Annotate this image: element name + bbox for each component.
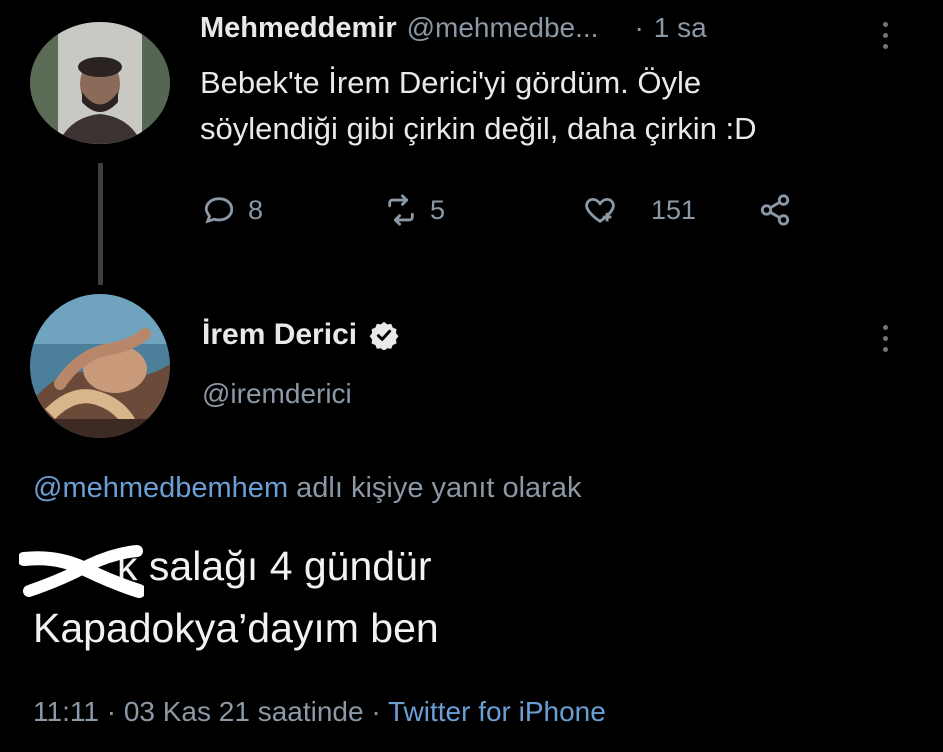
tweet2-date[interactable]: 03 Kas 21 saatinde xyxy=(124,696,364,727)
tweet2-handle[interactable]: @iremderici xyxy=(202,378,352,410)
like-button[interactable]: 151 xyxy=(583,193,696,227)
separator-dot: · xyxy=(106,696,124,727)
white-scribble-redaction xyxy=(19,545,144,598)
tweet1-display-name[interactable]: Mehmeddemir xyxy=(200,12,397,45)
tweet2-time[interactable]: 11:11 xyxy=(33,696,99,727)
reply-to-suffix: adlı kişiye yanıt olarak xyxy=(296,472,582,504)
thread-connector-line xyxy=(98,163,103,285)
tweet1-text: Bebek'te İrem Derici'yi gördüm. Öyle söy… xyxy=(200,60,920,152)
like-count: 151 xyxy=(651,194,697,225)
retweet-button[interactable]: 5 xyxy=(384,193,445,227)
tweet2-text: k salağı 4 gündür Kapadokya’dayım ben xyxy=(19,535,913,659)
reply-count: 8 xyxy=(248,194,264,225)
tweet2-footer: 11:11 · 03 Kas 21 saatinde · Twitter for… xyxy=(33,696,606,728)
tweet2-source-link[interactable]: Twitter for iPhone xyxy=(388,696,606,727)
tweet2-display-name[interactable]: İrem Derici xyxy=(202,318,357,352)
reply-to-handle-link[interactable]: @mehmedbemhem xyxy=(33,472,288,504)
tweet2-more-icon[interactable] xyxy=(880,325,890,352)
separator-dot: · xyxy=(634,12,644,43)
retweet-count: 5 xyxy=(430,194,446,225)
reply-icon xyxy=(204,197,234,224)
tweet1-more-icon[interactable] xyxy=(880,22,890,49)
reply-button[interactable]: 8 xyxy=(202,193,263,227)
tweet2-text-line1: k salağı 4 gündür xyxy=(19,535,913,598)
avatar-iremderici[interactable] xyxy=(30,294,170,438)
avatar-mehmeddemir[interactable] xyxy=(30,22,170,144)
tweet1-time[interactable]: 1 sa xyxy=(654,12,707,44)
separator-dot: · xyxy=(371,696,388,727)
tweet1-handle[interactable]: @mehmedbe... xyxy=(407,12,599,44)
share-icon xyxy=(760,194,790,226)
tweet1-header: Mehmeddemir @mehmedbe... · 1 sa xyxy=(200,12,707,45)
heart-icon xyxy=(585,197,615,224)
tweet1-text-line2: söylendiği gibi çirkin değil, daha çirki… xyxy=(200,111,757,146)
tweet2-text-line2: Kapadokya’dayım ben xyxy=(33,605,439,651)
reply-context: @mehmedbemhem adlı kişiye yanıt olarak xyxy=(33,472,581,505)
share-button[interactable] xyxy=(758,193,792,227)
verified-badge-icon xyxy=(369,321,399,350)
retweet-icon xyxy=(388,194,414,226)
tweet2-header: İrem Derici xyxy=(202,318,399,352)
tweet1-text-line1: Bebek'te İrem Derici'yi gördüm. Öyle xyxy=(200,65,702,100)
tweet2-text-line1-visible: k salağı 4 gündür xyxy=(117,543,432,589)
